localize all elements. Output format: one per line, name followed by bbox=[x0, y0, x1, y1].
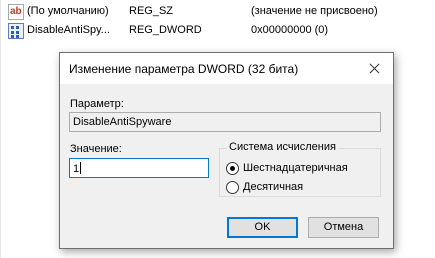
value-data: (значение не присвоено) bbox=[251, 5, 378, 17]
list-item[interactable]: DisableAntiSpy... REG_DWORD 0x00000000 (… bbox=[7, 22, 435, 40]
close-icon[interactable] bbox=[355, 53, 393, 84]
value-label: Значение: bbox=[70, 143, 122, 155]
radio-hexadecimal-label: Шестнадцатеричная bbox=[243, 162, 348, 174]
radio-decimal-label: Десятичная bbox=[243, 181, 304, 193]
param-name-field: DisableAntiSpyware bbox=[69, 112, 381, 132]
text-caret bbox=[80, 162, 82, 174]
ok-button[interactable]: OK bbox=[227, 217, 298, 238]
dialog-title: Изменение параметра DWORD (32 бита) bbox=[69, 62, 299, 76]
value-name: (По умолчанию) bbox=[27, 5, 109, 17]
param-name-value: DisableAntiSpyware bbox=[73, 116, 172, 128]
cancel-button[interactable]: Отмена bbox=[308, 217, 379, 238]
edit-dword-dialog: Изменение параметра DWORD (32 бита) Пара… bbox=[59, 52, 394, 249]
radio-empty-icon bbox=[226, 181, 239, 194]
param-label: Параметр: bbox=[70, 98, 124, 110]
value-input[interactable]: 1 bbox=[69, 158, 209, 178]
value-type: REG_DWORD bbox=[129, 24, 202, 36]
radio-selected-icon bbox=[226, 162, 239, 175]
list-left-border bbox=[0, 0, 1, 258]
string-value-icon: ab bbox=[8, 4, 24, 20]
number-base-group: Система исчисления Шестнадцатеричная Дес… bbox=[219, 141, 381, 197]
value-type: REG_SZ bbox=[129, 5, 174, 17]
binary-value-icon bbox=[8, 23, 24, 39]
dialog-titlebar: Изменение параметра DWORD (32 бита) bbox=[60, 53, 393, 84]
value-name: DisableAntiSpy... bbox=[27, 24, 110, 36]
number-base-group-title: Система исчисления bbox=[227, 141, 338, 153]
value-input-text: 1 bbox=[73, 163, 80, 175]
list-item[interactable]: ab (По умолчанию) REG_SZ (значение не пр… bbox=[7, 3, 435, 21]
value-data: 0x00000000 (0) bbox=[251, 24, 329, 36]
